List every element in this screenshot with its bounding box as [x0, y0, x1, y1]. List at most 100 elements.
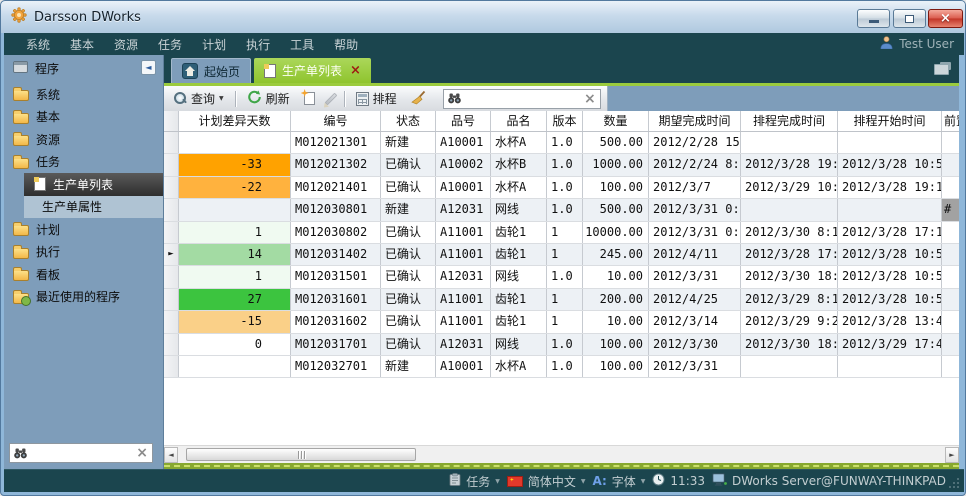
- language-label: 简体中文: [528, 473, 576, 490]
- column-header[interactable]: 状态: [381, 111, 436, 131]
- row-selector[interactable]: ►: [164, 266, 179, 287]
- document-icon: [264, 64, 276, 78]
- row-selector[interactable]: ►: [164, 244, 179, 265]
- resize-grip[interactable]: [949, 478, 959, 488]
- row-selector[interactable]: ►: [164, 289, 179, 310]
- task-menu[interactable]: 任务 ▼: [449, 473, 500, 490]
- cell-status: 已确认: [381, 154, 436, 175]
- menu-item[interactable]: 计划: [192, 34, 236, 55]
- table-row[interactable]: ► 1 M012030802 已确认 A11001 齿轮1 1 10000.00…: [164, 222, 959, 244]
- user-area[interactable]: Test User: [880, 36, 954, 52]
- schedule-button[interactable]: 排程: [351, 88, 402, 109]
- column-header[interactable]: 排程完成时间: [741, 111, 838, 131]
- cell-expected-finish-time: 2012/3/31: [649, 356, 741, 377]
- toolbar-search-clear-icon[interactable]: ×: [584, 92, 596, 106]
- cell-schedule-finish-time: [741, 356, 838, 377]
- menu-item[interactable]: 资源: [104, 34, 148, 55]
- menu-item[interactable]: 任务: [148, 34, 192, 55]
- column-header[interactable]: 版本: [547, 111, 583, 131]
- column-header[interactable]: 品号: [436, 111, 491, 131]
- cell-quantity: 245.00: [583, 244, 649, 265]
- scroll-left-button[interactable]: ◄: [164, 447, 178, 463]
- font-menu[interactable]: A: 字体 ▼: [592, 473, 645, 490]
- minimize-button[interactable]: [857, 9, 890, 28]
- tab-label: 起始页: [204, 63, 240, 80]
- menu-item[interactable]: 执行: [236, 34, 280, 55]
- table-row[interactable]: ► 1 M012031501 已确认 A12031 网线 1.0 10.00 2…: [164, 266, 959, 288]
- table-row[interactable]: ► M012032701 新建 A10001 水杯A 1.0 100.00 20…: [164, 356, 959, 378]
- tab-list-icon[interactable]: [934, 62, 951, 75]
- folder-icon: [13, 135, 29, 146]
- row-selector[interactable]: ►: [164, 177, 179, 198]
- sidebar-search-input[interactable]: [31, 445, 132, 461]
- cell-expected-finish-time: 2012/3/31 0:17: [649, 222, 741, 243]
- row-selector[interactable]: ►: [164, 132, 179, 153]
- table-row[interactable]: ► 0 M012031701 已确认 A12031 网线 1.0 100.00 …: [164, 334, 959, 356]
- sidebar-item[interactable]: 资源: [4, 128, 163, 151]
- tab-start-page[interactable]: 起始页: [171, 58, 251, 83]
- table-row[interactable]: ► -22 M012021401 已确认 A10001 水杯A 1.0 100.…: [164, 177, 959, 199]
- cell-status: 已确认: [381, 177, 436, 198]
- column-header[interactable]: 前置时间: [942, 111, 959, 131]
- table-row[interactable]: ► 27 M012031601 已确认 A11001 齿轮1 1 200.00 …: [164, 289, 959, 311]
- column-header[interactable]: 期望完成时间: [649, 111, 741, 131]
- row-selector[interactable]: ►: [164, 311, 179, 332]
- tab-production-order-list[interactable]: 生产单列表 ×: [254, 58, 371, 83]
- cell-expected-finish-time: 2012/3/30: [649, 334, 741, 355]
- edit-button[interactable]: [324, 88, 338, 109]
- cell-overflow: [942, 177, 959, 198]
- clean-button[interactable]: [406, 88, 431, 109]
- menu-item[interactable]: 系统: [16, 34, 60, 55]
- cell-overflow: [942, 289, 959, 310]
- language-menu[interactable]: 简体中文 ▼: [507, 473, 586, 490]
- table-row[interactable]: ► M012030801 新建 A12031 网线 1.0 500.00 201…: [164, 199, 959, 221]
- close-button[interactable]: ×: [928, 9, 963, 28]
- cell-overflow: [942, 266, 959, 287]
- table-row[interactable]: ► 14 M012031402 已确认 A11001 齿轮1 1 245.00 …: [164, 244, 959, 266]
- sidebar-item[interactable]: 基本: [4, 106, 163, 129]
- table-row[interactable]: ► -15 M012031602 已确认 A11001 齿轮1 1 10.00 …: [164, 311, 959, 333]
- row-selector[interactable]: ►: [164, 356, 179, 377]
- tab-close-icon[interactable]: ×: [350, 64, 361, 77]
- sidebar-item[interactable]: 计划: [4, 218, 163, 241]
- row-selector[interactable]: ►: [164, 222, 179, 243]
- refresh-button[interactable]: 刷新: [242, 88, 295, 109]
- row-selector[interactable]: ►: [164, 199, 179, 220]
- sidebar-item-label: 看板: [36, 266, 60, 283]
- sidebar-item[interactable]: 生产单属性: [24, 196, 163, 219]
- row-selector[interactable]: ►: [164, 154, 179, 175]
- sidebar-item[interactable]: 生产单列表: [24, 173, 163, 196]
- sidebar-item[interactable]: 最近使用的程序: [4, 286, 163, 309]
- query-button[interactable]: 查询 ▼: [169, 88, 229, 109]
- sidebar-search-clear-icon[interactable]: ×: [136, 446, 148, 460]
- menu-item[interactable]: 帮助: [324, 34, 368, 55]
- table-row[interactable]: ► M012021301 新建 A10001 水杯A 1.0 500.00 20…: [164, 132, 959, 154]
- query-label: 查询: [191, 90, 215, 107]
- new-button[interactable]: [299, 88, 320, 109]
- column-header[interactable]: 编号: [291, 111, 381, 131]
- restore-button[interactable]: [893, 9, 926, 28]
- menu-item[interactable]: 工具: [280, 34, 324, 55]
- sidebar-item-label: 生产单属性: [42, 198, 102, 215]
- column-header[interactable]: 品名: [491, 111, 547, 131]
- sidebar-item[interactable]: 任务: [4, 151, 163, 174]
- table-row[interactable]: ► -33 M012021302 已确认 A10002 水杯B 1.0 1000…: [164, 154, 959, 176]
- row-selector[interactable]: ►: [164, 334, 179, 355]
- sidebar-collapse-button[interactable]: ◄: [141, 60, 156, 75]
- sidebar-item[interactable]: 系统: [4, 83, 163, 106]
- clock-icon: [652, 473, 665, 489]
- column-header[interactable]: 计划差异天数: [179, 111, 291, 131]
- menu-item[interactable]: 基本: [60, 34, 104, 55]
- column-header[interactable]: 数量: [583, 111, 649, 131]
- sidebar-item[interactable]: 执行: [4, 241, 163, 264]
- scrollbar-thumb[interactable]: [186, 448, 416, 461]
- scroll-right-button[interactable]: ►: [945, 447, 959, 463]
- cell-order-code: M012021302: [291, 154, 381, 175]
- cell-schedule-start-time: 2012/3/28 10:52: [838, 289, 942, 310]
- cell-overflow: [942, 311, 959, 332]
- cell-plan-diff-days: [179, 132, 291, 153]
- cell-status: 已确认: [381, 222, 436, 243]
- column-header[interactable]: 排程开始时间: [838, 111, 942, 131]
- sidebar-item[interactable]: 看板: [4, 263, 163, 286]
- toolbar-search-input[interactable]: [465, 91, 580, 107]
